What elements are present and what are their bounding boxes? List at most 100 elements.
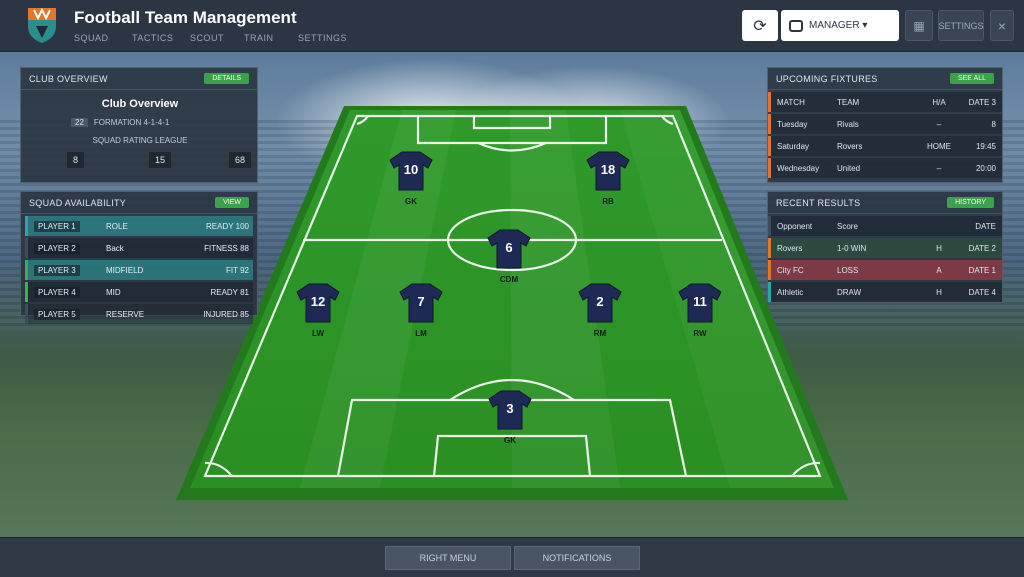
player-token-1[interactable]: 10 GK bbox=[388, 150, 434, 206]
recent-results-panel: RECENT RESULTS HISTORY Opponent Score DATE… bbox=[767, 191, 1003, 303]
row-col-2: DRAW bbox=[837, 287, 862, 297]
row-col-3: H bbox=[936, 287, 942, 297]
fixtures-list: MATCH TEAM H/A DATE 3 Tuesday Rivals – 8 Saturda… bbox=[768, 92, 1002, 178]
fixture-row[interactable]: Wednesday United – 20:00 bbox=[768, 158, 1002, 178]
row-col-1: Wednesday bbox=[777, 163, 820, 173]
result-row[interactable]: City FC LOSS A DATE 1 bbox=[768, 260, 1002, 280]
player-position: RW bbox=[693, 329, 707, 338]
nav-item-train[interactable]: TRAIN bbox=[244, 33, 274, 43]
notifications-button[interactable]: NOTIFICATIONS bbox=[514, 546, 640, 570]
history-button[interactable]: HISTORY bbox=[947, 197, 994, 208]
squad-row[interactable]: PLAYER 5 RESERVE INJURED 85 bbox=[25, 304, 253, 324]
player-token-6[interactable]: 2 RM bbox=[577, 282, 623, 338]
row-col-1: Saturday bbox=[777, 141, 810, 151]
panel-title: CLUB OVERVIEW bbox=[29, 73, 108, 84]
nav-item-scout[interactable]: SCOUT bbox=[190, 33, 224, 43]
view-button[interactable]: VIEW bbox=[215, 197, 249, 208]
player-position: GK bbox=[405, 197, 417, 206]
grid-button[interactable]: ▦ bbox=[905, 10, 933, 41]
player-position: RB bbox=[602, 197, 614, 206]
player-token-8[interactable]: 3 GK bbox=[487, 389, 533, 445]
stat-value: 8 bbox=[67, 152, 85, 168]
panel-header: UPCOMING FIXTURES SEE ALL bbox=[768, 68, 1002, 90]
squad-list: PLAYER 1 ROLE READY 100 PLAYER 2 Back FITNESS… bbox=[21, 216, 257, 324]
refresh-icon: ⟳ bbox=[753, 17, 767, 35]
row-col-2: Rivals bbox=[837, 119, 859, 129]
grid-icon: ▦ bbox=[913, 18, 925, 33]
manager-label: MANAGER ▾ bbox=[809, 20, 868, 31]
settings-label: SETTINGS bbox=[938, 20, 984, 31]
nav-item-tactics[interactable]: TACTICS bbox=[132, 33, 173, 43]
formation-text: FORMATION 4-1-4-1 bbox=[93, 118, 170, 127]
squad-row[interactable]: PLAYER 1 ROLE READY 100 bbox=[25, 216, 253, 236]
row-col-4: DATE 2 bbox=[968, 243, 996, 253]
player-token-4[interactable]: 12 LW bbox=[295, 282, 341, 338]
close-icon: × bbox=[997, 17, 1007, 34]
player-status: FITNESS 88 bbox=[204, 243, 249, 253]
manager-dropdown[interactable]: MANAGER ▾ bbox=[781, 10, 899, 41]
club-name: Club Overview bbox=[101, 98, 179, 110]
player-position: GK bbox=[504, 436, 516, 445]
nav-item-squad[interactable]: SQUAD bbox=[74, 33, 109, 43]
row-col-3: HOME bbox=[927, 141, 951, 151]
player-name: PLAYER 5 bbox=[28, 308, 106, 320]
player-name: PLAYER 1 bbox=[28, 220, 106, 232]
squad-row[interactable]: PLAYER 2 Back FITNESS 88 bbox=[25, 238, 253, 258]
player-position: RM bbox=[593, 329, 607, 338]
player-token-7[interactable]: 11 RW bbox=[677, 282, 723, 338]
player-position: LM bbox=[415, 329, 427, 338]
player-token-2[interactable]: 18 RB bbox=[585, 150, 631, 206]
player-position: LW bbox=[312, 329, 324, 338]
panel-title: UPCOMING FIXTURES bbox=[776, 73, 878, 84]
club-formation: 22 FORMATION 4-1-4-1 bbox=[71, 118, 221, 127]
player-number: 6 bbox=[505, 240, 513, 255]
player-token-3[interactable]: 6 CDM bbox=[486, 228, 532, 284]
row-col-1: MATCH bbox=[777, 97, 805, 107]
player-role: Back bbox=[106, 243, 124, 253]
close-button[interactable]: × bbox=[990, 10, 1014, 41]
stat-value: 15 bbox=[149, 152, 172, 168]
player-name: PLAYER 4 bbox=[28, 286, 106, 298]
right-menu-button[interactable]: RIGHT MENU bbox=[385, 546, 511, 570]
player-role: ROLE bbox=[106, 221, 128, 231]
row-col-1: Athletic bbox=[777, 287, 804, 297]
player-role: MIDFIELD bbox=[106, 265, 144, 275]
fixture-row[interactable]: Saturday Rovers HOME 19:45 bbox=[768, 136, 1002, 156]
nav-item-settings[interactable]: SETTINGS bbox=[298, 33, 347, 43]
fixture-row[interactable]: Tuesday Rivals – 8 bbox=[768, 114, 1002, 134]
row-col-2: Score bbox=[837, 221, 858, 231]
row-col-2: United bbox=[837, 163, 861, 173]
panel-header: RECENT RESULTS HISTORY bbox=[768, 192, 1002, 214]
fixture-row[interactable]: MATCH TEAM H/A DATE 3 bbox=[768, 92, 1002, 112]
squad-row[interactable]: PLAYER 3 MIDFIELD FIT 92 bbox=[25, 260, 253, 280]
player-name: PLAYER 2 bbox=[28, 242, 106, 254]
club-crest-logo bbox=[28, 7, 56, 43]
row-col-3: A bbox=[936, 265, 942, 275]
row-col-3: – bbox=[936, 119, 942, 129]
player-number: 3 bbox=[506, 401, 514, 416]
player-status: READY 100 bbox=[206, 221, 249, 231]
see-all-button[interactable]: SEE ALL bbox=[949, 73, 994, 84]
result-row[interactable]: Rovers 1-0 WIN H DATE 2 bbox=[768, 238, 1002, 258]
player-position: CDM bbox=[499, 275, 519, 284]
player-status: FIT 92 bbox=[226, 265, 249, 275]
row-col-3: H/A bbox=[932, 97, 946, 107]
row-col-4: DATE bbox=[975, 221, 996, 231]
player-token-5[interactable]: 7 LM bbox=[398, 282, 444, 338]
top-bar: Football Team Management SQUAD TACTICS S… bbox=[0, 0, 1024, 52]
bottom-bar: RIGHT MENU NOTIFICATIONS bbox=[0, 537, 1024, 577]
result-row[interactable]: Opponent Score DATE bbox=[768, 216, 1002, 236]
squad-row[interactable]: PLAYER 4 MID READY 81 bbox=[25, 282, 253, 302]
stat-value: 68 bbox=[229, 152, 252, 168]
club-overview-panel: CLUB OVERVIEW DETAILS Club Overview 22 F… bbox=[20, 67, 258, 183]
row-col-4: DATE 1 bbox=[968, 265, 996, 275]
player-number: 2 bbox=[596, 294, 604, 309]
player-status: READY 81 bbox=[210, 287, 249, 297]
player-role: RESERVE bbox=[106, 309, 145, 319]
result-row[interactable]: Athletic DRAW H DATE 4 bbox=[768, 282, 1002, 302]
player-number: 7 bbox=[417, 294, 425, 309]
details-button[interactable]: DETAILS bbox=[204, 73, 249, 84]
app-title: Football Team Management bbox=[74, 8, 297, 27]
refresh-button[interactable]: ⟳ bbox=[742, 10, 778, 41]
settings-button[interactable]: SETTINGS bbox=[938, 10, 984, 41]
